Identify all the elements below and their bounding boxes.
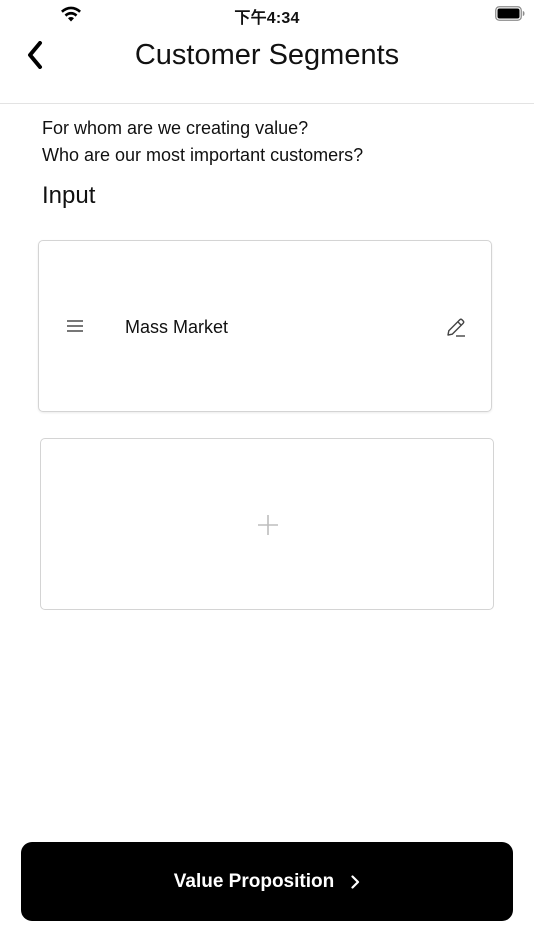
value-proposition-button[interactable]: Value Proposition <box>21 842 513 921</box>
battery-icon <box>495 6 525 21</box>
pencil-icon[interactable] <box>445 316 467 338</box>
section-label: Input <box>42 182 96 209</box>
status-time: 下午4:34 <box>234 10 300 27</box>
question-value: For whom are we creating value? <box>42 118 309 138</box>
next-button-label: Value Proposition <box>173 870 335 892</box>
segment-card[interactable]: Mass Market <box>38 240 492 412</box>
chevron-right-icon <box>351 874 360 889</box>
segment-label: Mass Market <box>125 317 229 337</box>
nav-bar: Customer Segments <box>0 28 534 104</box>
drag-handle-icon[interactable] <box>65 318 85 334</box>
page-title: Customer Segments <box>134 39 400 71</box>
status-bar: 下午4:34 <box>0 0 534 28</box>
add-segment-button[interactable] <box>40 438 494 610</box>
question-customers: Who are our most important customers? <box>42 145 364 165</box>
plus-icon <box>258 515 278 535</box>
